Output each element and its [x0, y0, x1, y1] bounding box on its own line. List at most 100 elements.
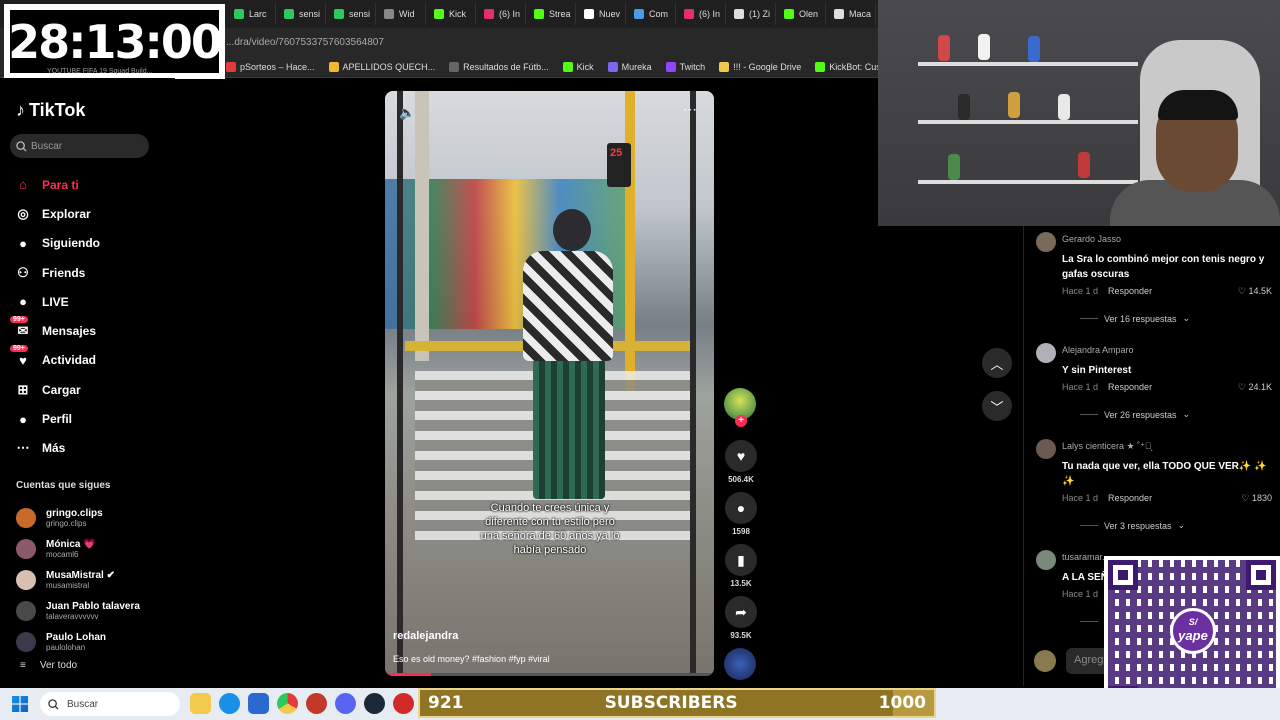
- taskbar-search-placeholder: Buscar: [67, 698, 99, 710]
- search-input[interactable]: Buscar: [10, 134, 149, 158]
- following-account[interactable]: Paulo Lohan paulolohan: [16, 626, 166, 657]
- video-player[interactable]: 25 🔈 ⋯ Cuando te crees única y diferente…: [385, 91, 714, 676]
- view-replies-button[interactable]: Ver 3 respuestas ⌄: [1080, 520, 1185, 531]
- bookmark-item[interactable]: APELLIDOS QUECH...: [328, 61, 435, 72]
- video-username[interactable]: redalejandra: [393, 630, 458, 642]
- sidebar-item-perfil[interactable]: ● Perfil: [14, 404, 164, 433]
- next-video-button[interactable]: ﹀: [982, 391, 1012, 421]
- browser-tab[interactable]: sensi: [276, 3, 326, 25]
- following-account[interactable]: Juan Pablo talavera talaveravvvvvv: [16, 595, 166, 626]
- avatar: [16, 631, 36, 652]
- comment-like-button[interactable]: ♡ 1830: [1241, 493, 1272, 504]
- sidebar-item-actividad[interactable]: ♥ 99+ Actividad: [10, 345, 164, 375]
- browser-tab[interactable]: Strea: [526, 3, 576, 25]
- commenter-avatar[interactable]: [1036, 232, 1056, 252]
- app-icon[interactable]: [306, 693, 327, 714]
- like-button[interactable]: ♥ 506.4K: [724, 440, 758, 484]
- browser-tab[interactable]: (1) Zi: [726, 3, 776, 25]
- file-explorer-icon[interactable]: [190, 693, 211, 714]
- comment-meta: Hace 1 d Responder: [1062, 382, 1152, 392]
- following-account[interactable]: gringo.clips gringo.clips: [16, 502, 166, 533]
- steam-icon[interactable]: [364, 693, 385, 714]
- browser-tab[interactable]: Olen: [776, 3, 826, 25]
- save-button[interactable]: ▮ 13.5K: [724, 544, 758, 588]
- following-account[interactable]: Mónica 💗 mocaml6: [16, 533, 166, 564]
- comment-button[interactable]: ● 1598: [724, 492, 758, 536]
- bookmark-item[interactable]: Resultados de Fútb...: [449, 61, 549, 72]
- comment-author[interactable]: Lalys cienticera ★ ˚⁺‧͙: [1062, 441, 1152, 452]
- bookmark-item[interactable]: !!! - Google Drive: [719, 61, 801, 72]
- sidebar-item-cargar[interactable]: ⊞ Cargar: [14, 375, 164, 404]
- tab-favicon-icon: [434, 9, 444, 19]
- browser-tab[interactable]: (6) In: [476, 3, 526, 25]
- commenter-avatar[interactable]: [1036, 343, 1056, 363]
- browser-tab[interactable]: (6) In: [676, 3, 726, 25]
- music-disc-icon[interactable]: [724, 648, 756, 680]
- browser-tab[interactable]: Larc: [226, 3, 276, 25]
- following-account[interactable]: MusaMistral ✔ musamistral: [16, 564, 166, 595]
- browser-tab[interactable]: Com: [626, 3, 676, 25]
- obs-icon[interactable]: [393, 693, 414, 714]
- browser-tab[interactable]: Wid: [376, 3, 426, 25]
- follow-plus-icon[interactable]: +: [735, 415, 747, 427]
- comment-like-button[interactable]: ♡ 14.5K: [1238, 286, 1272, 297]
- taskbar-apps: [190, 693, 414, 714]
- tab-label: Maca: [849, 9, 872, 19]
- sidebar-item-friends[interactable]: ⚇ Friends: [14, 258, 164, 287]
- bookmark-item[interactable]: KickBot: Customiza...: [815, 61, 878, 72]
- bookmark-item[interactable]: Kick: [562, 61, 594, 72]
- like-count: 506.4K: [728, 475, 754, 484]
- chrome-icon[interactable]: [277, 693, 298, 714]
- comment-author[interactable]: Gerardo Jasso: [1062, 234, 1121, 244]
- browser-tab[interactable]: sensi: [326, 3, 376, 25]
- store-icon[interactable]: [248, 693, 269, 714]
- see-all-link[interactable]: ≡ Ver todo: [20, 660, 77, 671]
- sidebar-item-m-s[interactable]: ⋯ Más: [14, 434, 164, 463]
- share-button[interactable]: ➦ 93.5K: [724, 596, 758, 640]
- search-icon: [48, 698, 59, 710]
- browser-tab[interactable]: Maca: [826, 3, 876, 25]
- commenter-avatar[interactable]: [1036, 439, 1056, 459]
- webcam-figure: [1058, 94, 1070, 120]
- comment-time: Hace 1 d: [1062, 286, 1099, 296]
- tab-label: Com: [649, 9, 669, 19]
- sidebar-item-live[interactable]: ● LIVE: [14, 287, 164, 316]
- account-username: mocaml6: [46, 549, 79, 559]
- volume-icon[interactable]: 🔈: [399, 105, 415, 121]
- comment-like-count: 24.1K: [1248, 382, 1272, 392]
- reply-button[interactable]: Responder: [1108, 286, 1152, 296]
- comment-like-button[interactable]: ♡ 24.1K: [1238, 382, 1272, 393]
- edge-icon[interactable]: [219, 693, 240, 714]
- account-username: talaveravvvvvv: [46, 611, 99, 621]
- account-info: MusaMistral ✔ musamistral: [46, 570, 115, 590]
- sidebar-item-siguiendo[interactable]: ● Siguiendo: [14, 229, 164, 258]
- reply-button[interactable]: Responder: [1108, 493, 1152, 503]
- sidebar-item-mensajes[interactable]: ✉ 99+ Mensajes: [10, 316, 164, 345]
- windows-start-icon[interactable]: [12, 696, 28, 712]
- sidebar-item-explorar[interactable]: ◎ Explorar: [14, 199, 164, 228]
- taskbar-search[interactable]: Buscar: [40, 692, 180, 716]
- bookmark-item[interactable]: pSorteos – Hace...: [226, 61, 315, 72]
- discord-icon[interactable]: [335, 693, 356, 714]
- previous-video-button[interactable]: ︿: [982, 348, 1012, 378]
- subscribers-goal: 1000: [878, 693, 926, 713]
- url-text[interactable]: ...dra/video/7607533757603564807: [226, 37, 384, 48]
- browser-tab[interactable]: Nuev: [576, 3, 626, 25]
- comment-author[interactable]: tusaramar...: [1062, 552, 1110, 562]
- view-replies-button[interactable]: Ver 26 respuestas ⌄: [1080, 409, 1190, 420]
- bookmark-item[interactable]: Mureka: [607, 61, 652, 72]
- heart-outline-icon: ♡: [1241, 493, 1252, 503]
- view-replies-label: Ver 16 respuestas: [1104, 313, 1177, 324]
- comment-like-count: 14.5K: [1248, 286, 1272, 296]
- tiktok-logo[interactable]: ♪ TikTok: [16, 100, 85, 121]
- sidebar-item-para-ti[interactable]: ⌂ Para ti: [14, 170, 164, 199]
- bookmark-item[interactable]: Twitch: [665, 61, 705, 72]
- video-progress-bar[interactable]: [385, 673, 714, 676]
- yape-logo: S/ yape: [1170, 608, 1216, 654]
- reply-button[interactable]: Responder: [1108, 382, 1152, 392]
- commenter-avatar[interactable]: [1036, 550, 1056, 570]
- view-replies-button[interactable]: Ver 16 respuestas ⌄: [1080, 313, 1190, 324]
- browser-tab[interactable]: Kick: [426, 3, 476, 25]
- comment-author[interactable]: Alejandra Amparo: [1062, 345, 1134, 355]
- more-options-icon[interactable]: ⋯: [683, 101, 697, 118]
